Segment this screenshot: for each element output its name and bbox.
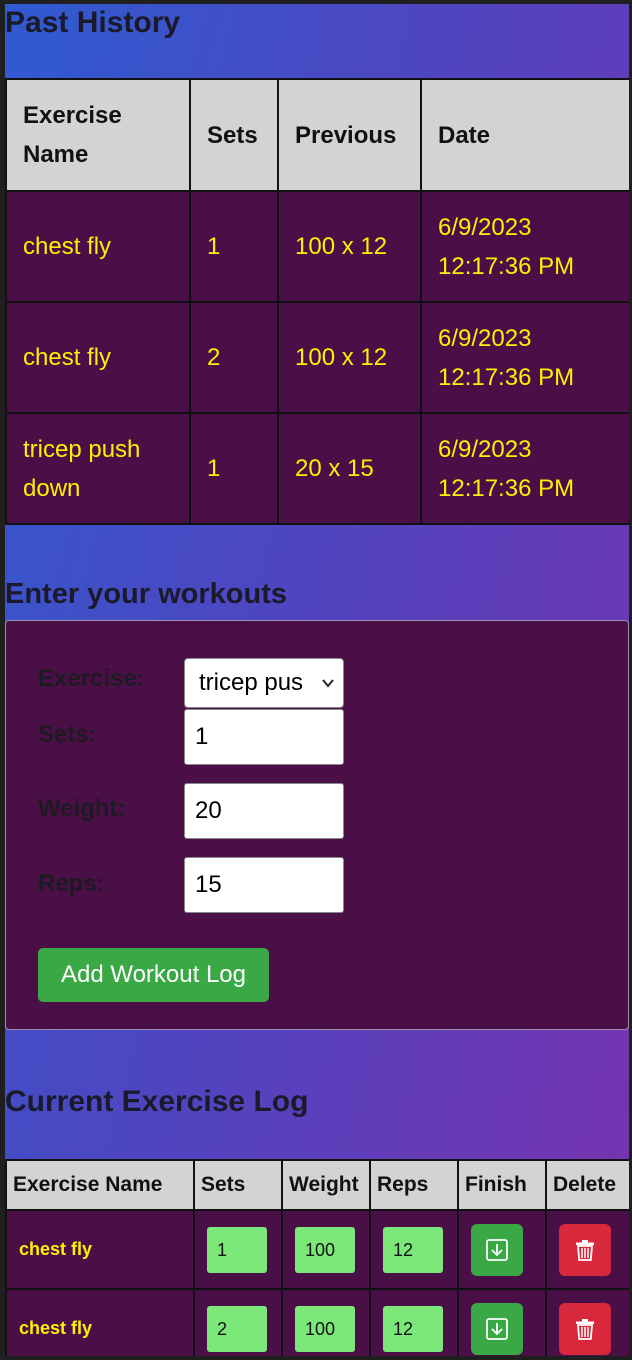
current-row: chest fly 2 100 12 — [5, 1288, 629, 1356]
history-row: tricep push down 1 20 x 15 6/9/2023 12:1… — [5, 412, 629, 525]
weight-label: Weight: — [38, 795, 126, 822]
current-header-row: Exercise Name Sets Weight Reps Finish De… — [5, 1159, 629, 1211]
history-col-exercise: Exercise Name — [5, 78, 191, 192]
current-row: chest fly 1 100 12 — [5, 1209, 629, 1290]
history-previous: 100 x 12 — [277, 190, 422, 303]
current-col-finish: Finish — [457, 1159, 547, 1211]
sets-input[interactable]: 1 — [184, 709, 344, 765]
exercise-select[interactable]: tricep pus — [184, 658, 344, 708]
history-date: 6/9/2023 12:17:36 PM — [420, 301, 629, 414]
sets-stepper[interactable]: 1 — [207, 1226, 267, 1273]
history-date: 6/9/2023 12:17:36 PM — [420, 190, 629, 303]
reps-stepper[interactable]: 12 — [383, 1226, 443, 1273]
sets-label: Sets: — [38, 721, 97, 748]
history-exercise: chest fly — [5, 301, 191, 414]
weight-input[interactable]: 20 — [184, 783, 344, 839]
weight-stepper[interactable]: 100 — [295, 1226, 355, 1273]
sets-stepper[interactable]: 2 — [207, 1305, 267, 1352]
exercise-label: Exercise: — [38, 665, 145, 692]
trash-icon — [576, 1239, 594, 1261]
delete-button[interactable] — [559, 1223, 611, 1276]
history-sets: 1 — [189, 190, 279, 303]
past-history-title: Past History — [5, 6, 181, 39]
history-row: chest fly 2 100 x 12 6/9/2023 12:17:36 P… — [5, 301, 629, 414]
history-exercise: tricep push down — [5, 412, 191, 525]
chevron-down-icon — [321, 659, 335, 707]
history-col-previous: Previous — [277, 78, 422, 192]
history-col-sets: Sets — [189, 78, 279, 192]
delete-button[interactable] — [559, 1302, 611, 1355]
exercise-select-value: tricep pus — [199, 669, 304, 696]
history-row: chest fly 1 100 x 12 6/9/2023 12:17:36 P… — [5, 190, 629, 303]
current-col-sets: Sets — [193, 1159, 283, 1211]
current-col-exercise: Exercise Name — [5, 1159, 195, 1211]
history-date: 6/9/2023 12:17:36 PM — [420, 412, 629, 525]
history-col-date: Date — [420, 78, 629, 192]
history-sets: 2 — [189, 301, 279, 414]
current-col-weight: Weight — [281, 1159, 371, 1211]
reps-stepper[interactable]: 12 — [383, 1305, 443, 1352]
add-workout-log-button[interactable]: Add Workout Log — [38, 948, 269, 1002]
workout-form-panel: Exercise: tricep pus Sets: 1 Weight: 20 … — [5, 620, 629, 1030]
current-col-reps: Reps — [369, 1159, 459, 1211]
past-history-table: Exercise Name Sets Previous Date chest f… — [5, 78, 629, 525]
history-exercise: chest fly — [5, 190, 191, 303]
current-exercise-table: Exercise Name Sets Weight Reps Finish De… — [5, 1159, 629, 1356]
download-box-icon — [486, 1317, 508, 1340]
download-box-icon — [486, 1238, 508, 1261]
history-sets: 1 — [189, 412, 279, 525]
enter-workouts-title: Enter your workouts — [5, 578, 287, 610]
history-header-row: Exercise Name Sets Previous Date — [5, 78, 629, 192]
finish-button[interactable] — [471, 1223, 523, 1276]
weight-stepper[interactable]: 100 — [295, 1305, 355, 1352]
current-exercise: chest fly — [5, 1288, 195, 1356]
reps-input[interactable]: 15 — [184, 857, 344, 913]
current-exercise: chest fly — [5, 1209, 195, 1290]
trash-icon — [576, 1318, 594, 1340]
app-frame: Past History Exercise Name Sets Previous… — [5, 4, 629, 1356]
finish-button[interactable] — [471, 1302, 523, 1355]
current-log-title: Current Exercise Log — [5, 1085, 309, 1118]
current-col-delete: Delete — [545, 1159, 629, 1211]
history-previous: 20 x 15 — [277, 412, 422, 525]
reps-label: Reps: — [38, 870, 105, 897]
history-previous: 100 x 12 — [277, 301, 422, 414]
